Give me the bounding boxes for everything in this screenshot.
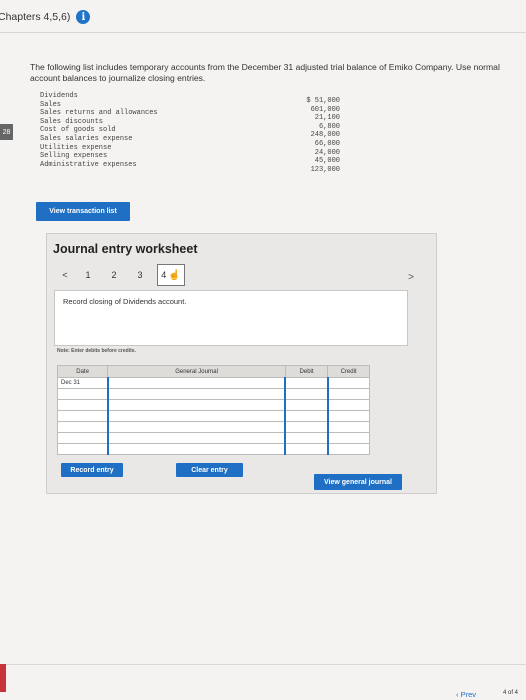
date-cell[interactable]	[56, 410, 109, 422]
journal-entry-worksheet: Journal entry worksheet < 1 2 3 4 ☝ > Re…	[46, 233, 437, 494]
debit-input[interactable]	[284, 443, 329, 455]
date-cell[interactable]	[56, 421, 109, 433]
credit-input[interactable]	[326, 432, 370, 444]
account-name: Cost of goods sold	[40, 126, 116, 135]
general-journal-header: General Journal	[107, 365, 286, 378]
step-3[interactable]: 3	[127, 270, 153, 280]
table-row	[56, 421, 370, 433]
account-amount: 6,800	[318, 122, 340, 131]
view-transaction-list-button[interactable]: View transaction list	[36, 202, 130, 221]
table-row	[56, 399, 370, 411]
date-cell[interactable]	[56, 388, 109, 400]
date-cell[interactable]	[56, 443, 109, 455]
credit-input[interactable]	[326, 399, 370, 411]
account-amount: 24,000	[314, 148, 340, 157]
footer-divider	[0, 664, 526, 665]
note-text: Note: Enter debits before credits.	[57, 348, 136, 354]
general-journal-input[interactable]	[106, 432, 286, 444]
credit-input[interactable]	[326, 421, 370, 433]
debit-header: Debit	[284, 365, 329, 378]
account-name: Dividends	[40, 92, 78, 100]
chevron-right-icon[interactable]: >	[408, 272, 414, 283]
account-amount: 123,000	[310, 165, 340, 174]
instructions-text: The following list includes temporary ac…	[30, 62, 500, 83]
account-name: Sales returns and allowances	[40, 109, 158, 118]
entry-description: Record closing of Dividends account.	[63, 297, 187, 306]
general-journal-input[interactable]	[106, 388, 286, 400]
debit-input[interactable]	[284, 410, 329, 422]
table-row: Dec 31	[56, 377, 370, 389]
side-tab[interactable]: 28	[0, 124, 13, 140]
account-name: Administrative expenses	[40, 160, 137, 169]
record-entry-button[interactable]: Record entry	[61, 463, 123, 477]
prev-link[interactable]: ‹ Prev	[456, 690, 476, 699]
step-4-active[interactable]: 4 ☝	[157, 264, 185, 286]
credit-input[interactable]	[326, 388, 370, 400]
debit-input[interactable]	[284, 377, 329, 389]
account-name: Selling expenses	[40, 152, 108, 161]
chapter-header: Chapters 4,5,6) i	[0, 10, 91, 24]
table-row	[56, 443, 370, 455]
account-names-list: Dividends Sales Sales returns and allowa…	[40, 92, 158, 169]
chevron-left-icon[interactable]: <	[55, 270, 75, 280]
account-amount: 21,100	[314, 114, 340, 123]
chapter-title: Chapters 4,5,6)	[0, 11, 71, 23]
account-name: Sales salaries expense	[40, 134, 133, 143]
page-indicator: 4 of 4	[503, 690, 519, 696]
credit-input[interactable]	[326, 377, 370, 389]
general-journal-input[interactable]	[106, 410, 286, 422]
account-amount: 66,000	[314, 139, 340, 148]
account-amounts-list: $ 51,000 601,000 21,100 6,800 248,000 66…	[288, 97, 340, 174]
red-marker	[0, 664, 6, 692]
credit-input[interactable]	[326, 443, 370, 455]
account-name: Sales	[40, 100, 62, 109]
step-4-label: 4	[161, 270, 167, 280]
date-cell[interactable]	[56, 432, 109, 444]
account-amount: 601,000	[310, 105, 340, 114]
table-row	[56, 410, 370, 422]
general-journal-input[interactable]	[106, 443, 286, 455]
header-divider	[0, 32, 526, 33]
account-amount: $ 51,000	[306, 97, 340, 105]
debit-input[interactable]	[284, 421, 329, 433]
debit-input[interactable]	[284, 432, 329, 444]
account-name: Sales discounts	[40, 117, 104, 126]
debit-input[interactable]	[284, 399, 329, 411]
view-general-journal-button[interactable]: View general journal	[314, 474, 402, 490]
side-tab-label: 28	[2, 128, 11, 136]
credit-input[interactable]	[326, 410, 370, 422]
worksheet-title: Journal entry worksheet	[53, 242, 198, 256]
worksheet-step-nav: < 1 2 3 4 ☝	[55, 264, 185, 286]
step-2[interactable]: 2	[101, 270, 127, 280]
account-name: Utilities expense	[40, 143, 112, 152]
general-journal-input[interactable]	[106, 377, 286, 389]
journal-header-row: Date General Journal Debit Credit	[56, 365, 370, 378]
date-cell[interactable]: Dec 31	[56, 377, 109, 389]
clear-entry-button[interactable]: Clear entry	[176, 463, 243, 477]
general-journal-input[interactable]	[106, 421, 286, 433]
date-cell[interactable]	[56, 399, 109, 411]
table-row	[56, 432, 370, 444]
account-amount: 248,000	[310, 131, 340, 140]
journal-table: Date General Journal Debit Credit Dec 31	[56, 365, 370, 455]
table-row	[56, 388, 370, 400]
credit-header: Credit	[327, 365, 370, 378]
entry-description-box: Record closing of Dividends account.	[54, 290, 408, 346]
debit-input[interactable]	[284, 388, 329, 400]
prev-label: Prev	[460, 690, 477, 699]
account-amount: 45,000	[314, 157, 340, 166]
general-journal-input[interactable]	[106, 399, 286, 411]
info-icon[interactable]: i	[76, 10, 91, 24]
hand-cursor-icon: ☝	[168, 269, 181, 281]
date-header: Date	[56, 365, 109, 378]
step-1[interactable]: 1	[75, 270, 101, 280]
